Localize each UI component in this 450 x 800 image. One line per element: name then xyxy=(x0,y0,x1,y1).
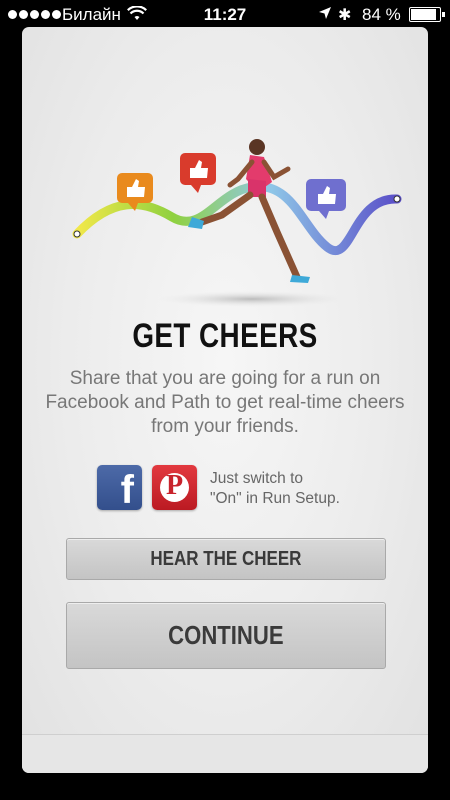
continue-button[interactable]: CONTINUE xyxy=(66,602,386,669)
card-footer xyxy=(22,734,428,773)
bluetooth-icon: ✱ xyxy=(338,7,352,24)
status-bar: Билайн 11:27 ✱ 84 % xyxy=(0,0,450,30)
battery-percent: 84 % xyxy=(362,5,401,24)
hear-the-cheer-button[interactable]: HEAR THE CHEER xyxy=(66,538,386,580)
hint-line-2: "On" in Run Setup. xyxy=(210,490,340,507)
continue-label: CONTINUE xyxy=(168,620,284,650)
location-arrow-icon xyxy=(319,7,331,19)
facebook-icon: f xyxy=(97,465,142,512)
onboarding-card: GET CHEERS Share that you are going for … xyxy=(22,27,428,773)
page-title: GET CHEERS xyxy=(132,317,318,355)
runner-illustration xyxy=(72,139,402,307)
pinterest-icon: P xyxy=(152,465,197,510)
battery-fill xyxy=(411,9,437,20)
setup-hint: Just switch to "On" in Run Setup. xyxy=(210,469,340,509)
thumbs-up-icon xyxy=(306,179,346,219)
thumbs-up-icon xyxy=(180,153,216,193)
battery-icon xyxy=(409,7,445,22)
description-text: Share that you are going for a run on Fa… xyxy=(45,368,405,437)
hear-the-cheer-label: HEAR THE CHEER xyxy=(150,548,302,570)
hint-line-1: Just switch to xyxy=(210,470,304,487)
